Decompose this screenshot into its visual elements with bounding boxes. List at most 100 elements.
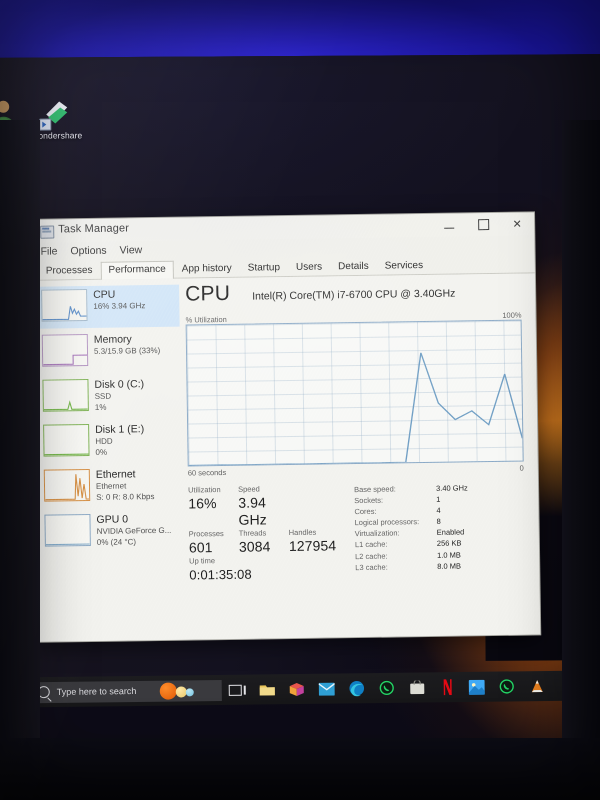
stat-speed: Speed 3.94 GHz bbox=[238, 484, 297, 529]
window-title: Task Manager bbox=[58, 222, 130, 236]
disk1-thumbnail-graph bbox=[43, 424, 90, 457]
spec-l3-cache: L3 cache: 8.0 MB bbox=[355, 559, 525, 573]
sidebar-item-sub1: 5.3/15.9 GB (33%) bbox=[93, 345, 161, 356]
sidebar-item-label: Disk 0 (C:) bbox=[94, 378, 145, 391]
menu-item-options[interactable]: Options bbox=[70, 245, 106, 258]
stat-handles: Handles 127954 bbox=[289, 527, 339, 555]
cpu-detail-panel: CPU Intel(R) Core(TM) i7-6700 CPU @ 3.40… bbox=[179, 273, 540, 640]
memory-thumbnail-graph bbox=[41, 334, 89, 367]
sidebar-item-text: Memory 5.3/15.9 GB (33%) bbox=[94, 333, 161, 357]
stats-row-2: Processes 601 Threads 3084 Handles 12795… bbox=[189, 527, 341, 556]
sidebar-item-cpu[interactable]: CPU 16% 3.94 GHz bbox=[36, 284, 180, 329]
sidebar-item-sub2: 0% (24 °C) bbox=[96, 537, 137, 547]
stat-value: 0:01:35:08 bbox=[189, 566, 252, 583]
graph-y-max-label: 100% bbox=[502, 310, 522, 320]
sidebar-item-disk-1[interactable]: Disk 1 (E:) HDD 0% bbox=[38, 420, 182, 464]
sidebar-item-text: Disk 1 (E:) HDD 0% bbox=[95, 423, 145, 458]
cpu-specs-list: Base speed: 3.40 GHz Sockets: 1 Cores: 4 bbox=[340, 481, 525, 582]
spec-value: Enabled bbox=[436, 527, 465, 538]
bezel-bottom bbox=[0, 738, 600, 800]
taskbar-whatsapp-2[interactable] bbox=[492, 671, 522, 701]
bezel-right bbox=[562, 120, 600, 800]
sidebar-item-text: Ethernet Ethernet S: 0 R: 8.0 Kbps bbox=[96, 468, 155, 503]
window-body: CPU 16% 3.94 GHz Memory 5.3/15.9 GB (33%… bbox=[31, 273, 541, 642]
stat-utilization: Utilization 16% bbox=[188, 485, 239, 530]
taskbar-photos[interactable] bbox=[462, 672, 492, 702]
sidebar-item-sub2: S: 0 R: 8.0 Kbps bbox=[96, 492, 155, 502]
close-button[interactable]: ✕ bbox=[500, 212, 534, 236]
gpu-thumbnail-graph bbox=[44, 513, 91, 547]
spec-value: 256 KB bbox=[436, 538, 462, 549]
search-input[interactable]: Type here to search bbox=[31, 679, 222, 703]
menu-item-file[interactable]: File bbox=[40, 245, 57, 257]
stat-processes: Processes 601 bbox=[189, 529, 239, 557]
spec-value: 8 bbox=[436, 517, 441, 527]
stats-row-1: Utilization 16% Speed 3.94 GHz bbox=[188, 483, 341, 529]
sidebar-item-label: Disk 1 (E:) bbox=[95, 423, 145, 436]
cortana-icon[interactable] bbox=[159, 681, 200, 700]
cpu-model-label: Intel(R) Core(TM) i7-6700 CPU @ 3.40GHz bbox=[252, 287, 456, 303]
taskbar-mail[interactable] bbox=[312, 673, 342, 703]
spec-value: 8.0 MB bbox=[437, 561, 462, 571]
sidebar-item-text: GPU 0 NVIDIA GeForce G... 0% (24 °C) bbox=[96, 513, 171, 549]
spec-value: 3.40 GHz bbox=[436, 483, 468, 493]
sidebar-item-sub2: 0% bbox=[95, 447, 108, 457]
stat-value: 601 bbox=[188, 539, 213, 556]
taskbar-store[interactable] bbox=[402, 672, 432, 702]
stat-value: 127954 bbox=[288, 537, 337, 555]
stat-value: 3084 bbox=[238, 538, 271, 555]
taskbar-vlc[interactable] bbox=[522, 671, 552, 701]
sidebar-item-disk-0[interactable]: Disk 0 (C:) SSD 1% bbox=[37, 375, 181, 419]
sidebar-item-memory[interactable]: Memory 5.3/15.9 GB (33%) bbox=[37, 330, 181, 374]
tab-startup[interactable]: Startup bbox=[240, 259, 289, 278]
taskbar-office[interactable] bbox=[282, 674, 312, 704]
taskbar-netflix[interactable] bbox=[432, 672, 462, 702]
tab-details[interactable]: Details bbox=[330, 258, 377, 277]
sidebar-item-sub1: HDD bbox=[95, 436, 113, 446]
stats-area: Utilization 16% Speed 3.94 GHz Processes… bbox=[188, 481, 525, 584]
sidebar-item-sub1: 16% 3.94 GHz bbox=[93, 300, 146, 311]
tab-app-history[interactable]: App history bbox=[174, 260, 240, 279]
stats-left-column: Utilization 16% Speed 3.94 GHz Processes… bbox=[188, 483, 341, 583]
sidebar-item-label: GPU 0 bbox=[96, 513, 129, 526]
taskbar-whatsapp[interactable] bbox=[372, 673, 402, 703]
sidebar-item-label: CPU bbox=[93, 288, 116, 301]
tab-performance[interactable]: Performance bbox=[100, 260, 174, 280]
sidebar-item-text: CPU 16% 3.94 GHz bbox=[93, 288, 145, 312]
sidebar-item-gpu-0[interactable]: GPU 0 NVIDIA GeForce G... 0% (24 °C) bbox=[39, 510, 183, 554]
ethernet-thumbnail-graph bbox=[43, 468, 91, 502]
stat-value: 3.94 GHz bbox=[238, 494, 267, 528]
cpu-utilization-graph bbox=[185, 319, 524, 467]
graph-x-left-label: 60 seconds bbox=[187, 467, 227, 478]
task-view-button[interactable] bbox=[222, 675, 252, 705]
window-controls[interactable]: ✕ bbox=[432, 212, 534, 237]
tab-users[interactable]: Users bbox=[288, 258, 330, 277]
taskbar-edge[interactable] bbox=[342, 673, 372, 703]
resource-sidebar[interactable]: CPU 16% 3.94 GHz Memory 5.3/15.9 GB (33%… bbox=[32, 279, 184, 642]
cpu-thumbnail-graph bbox=[41, 289, 88, 322]
taskbar-file-explorer[interactable] bbox=[252, 674, 282, 704]
sidebar-item-ethernet[interactable]: Ethernet Ethernet S: 0 R: 8.0 Kbps bbox=[39, 465, 183, 509]
cpu-header: CPU Intel(R) Core(TM) i7-6700 CPU @ 3.40… bbox=[185, 278, 521, 307]
tab-processes[interactable]: Processes bbox=[38, 262, 101, 281]
maximize-button[interactable] bbox=[466, 213, 500, 237]
task-manager-icon bbox=[40, 225, 55, 239]
tab-services[interactable]: Services bbox=[377, 257, 432, 276]
photo-of-monitor: ome Wondershare is PC bbox=[0, 0, 600, 800]
stat-value: 16% bbox=[188, 495, 217, 512]
search-placeholder: Type here to search bbox=[56, 685, 137, 697]
sidebar-item-sub1: NVIDIA GeForce G... bbox=[96, 525, 172, 536]
bezel-left bbox=[0, 120, 40, 800]
spec-value: 1.0 MB bbox=[436, 550, 461, 560]
stat-uptime: Up time 0:01:35:08 bbox=[189, 556, 252, 584]
task-manager-window[interactable]: Task Manager ✕ File Options View Process… bbox=[31, 212, 541, 642]
sidebar-item-sub1: SSD bbox=[94, 391, 112, 401]
spec-value: 4 bbox=[436, 505, 441, 516]
page-title: CPU bbox=[184, 281, 231, 306]
stat-threads: Threads 3084 bbox=[239, 528, 289, 556]
graph-x-right-label: 0 bbox=[519, 463, 524, 473]
minimize-button[interactable] bbox=[432, 213, 466, 237]
wondershare-icon bbox=[39, 95, 73, 131]
menu-item-view[interactable]: View bbox=[120, 244, 143, 256]
spec-key: L3 cache: bbox=[355, 562, 388, 572]
